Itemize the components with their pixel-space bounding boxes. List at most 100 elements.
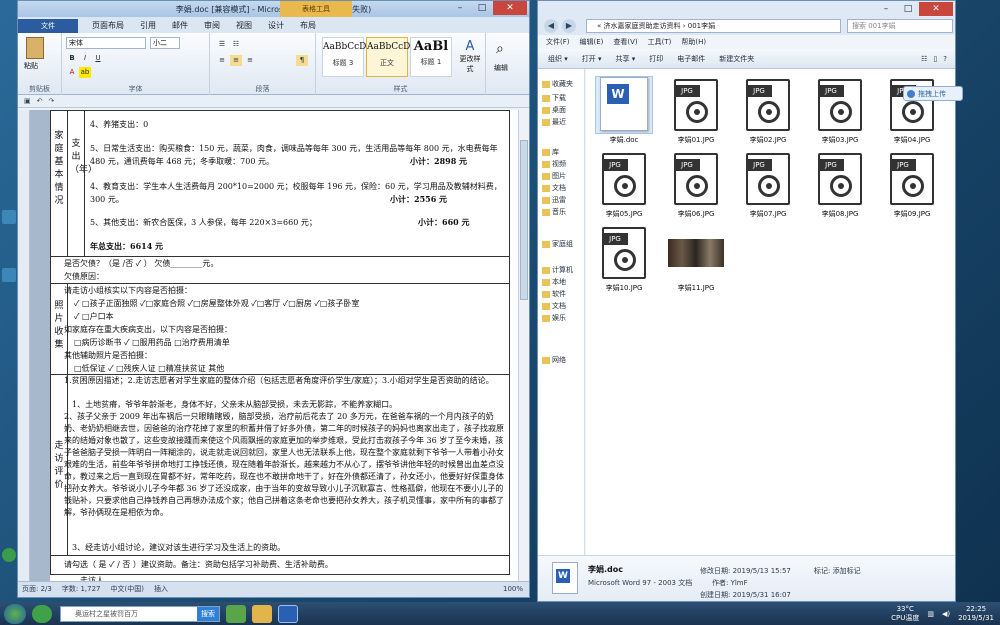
minimize-icon[interactable]: – [449, 1, 471, 15]
editing-group[interactable]: ⌕ 编辑 [486, 33, 526, 95]
tab-design[interactable]: 设计 [260, 19, 292, 33]
nav-item[interactable]: 软件 [542, 289, 566, 299]
show-marks-icon[interactable]: ¶ [296, 55, 308, 66]
menu-file[interactable]: 文件(F) [546, 35, 570, 49]
file-item[interactable]: JPG 李娟07.JPG [738, 151, 798, 219]
maximize-icon[interactable]: □ [471, 1, 493, 15]
nav-item[interactable]: 本地 [542, 277, 566, 287]
help-icon[interactable]: ? [943, 49, 947, 68]
start-button[interactable] [4, 603, 26, 624]
insert-mode[interactable]: 插入 [154, 582, 168, 597]
font-color-icon[interactable]: A [66, 67, 78, 78]
file-item[interactable]: JPG 李娟03.JPG [810, 77, 870, 145]
paste-label[interactable]: 粘贴 [24, 61, 38, 71]
share-button[interactable]: 共享 ▾ [616, 49, 636, 68]
open-button[interactable]: 打开 ▾ [582, 49, 602, 68]
nav-item[interactable]: 音乐 [542, 207, 566, 217]
taskbar-search[interactable]: 奥运村之星被罚百万 搜索 [60, 605, 220, 622]
desktop-icon[interactable] [2, 268, 16, 282]
temperature-widget[interactable]: 33°C CPU温度 [891, 605, 919, 623]
style-heading3[interactable]: AaBbCcDc 标题 3 [322, 37, 371, 77]
bullets-icon[interactable]: ☰ [216, 39, 228, 50]
underline-icon[interactable]: U [92, 53, 104, 64]
menu-edit[interactable]: 编辑(E) [580, 35, 604, 49]
numbering-icon[interactable]: ☷ [230, 39, 242, 50]
menu-help[interactable]: 帮助(H) [681, 35, 706, 49]
media-player-icon[interactable] [226, 604, 246, 623]
scroll-thumb[interactable] [520, 140, 528, 300]
tab-mailings[interactable]: 邮件 [164, 19, 196, 33]
forward-icon[interactable]: ▶ [562, 19, 576, 33]
nav-item[interactable]: 视频 [542, 159, 566, 169]
detail-tags[interactable]: 标记: 添加标记 [814, 566, 861, 576]
nav-item[interactable]: 文档 [542, 301, 566, 311]
undo-icon[interactable]: ↶ [37, 97, 43, 105]
minimize-icon[interactable]: – [875, 2, 897, 16]
vertical-scrollbar[interactable] [518, 110, 529, 583]
highlight-icon[interactable]: ab [79, 67, 91, 78]
tab-references[interactable]: 引用 [132, 19, 164, 33]
page-count[interactable]: 页面: 2/3 [22, 582, 52, 597]
address-bar[interactable]: « 济水嘉家庭资助走访资料 › 001李娟 [586, 19, 841, 33]
align-right-icon[interactable]: ≡ [244, 55, 256, 66]
nav-item[interactable]: 网络 [542, 355, 566, 365]
close-icon[interactable]: ✕ [919, 2, 953, 16]
view-options-icon[interactable]: ☷ [921, 49, 927, 68]
italic-icon[interactable]: I [79, 53, 91, 64]
file-item[interactable]: JPG 李娟01.JPG [666, 77, 726, 145]
desktop-icon[interactable] [2, 548, 16, 562]
desktop-icon[interactable] [2, 210, 16, 224]
network-icon[interactable]: ▥ [927, 610, 934, 618]
app-360-icon[interactable] [32, 604, 52, 623]
drag-upload-button[interactable]: 拖拽上传 [903, 86, 963, 101]
align-left-icon[interactable]: ≡ [216, 55, 228, 66]
taskbar-search-button[interactable]: 搜索 [197, 606, 219, 621]
nav-item[interactable]: 收藏夹 [542, 79, 573, 89]
file-item[interactable]: JPG 李娟09.JPG [882, 151, 942, 219]
nav-item[interactable]: 库 [542, 147, 559, 157]
paste-icon[interactable] [26, 37, 44, 59]
nav-item[interactable]: 图片 [542, 171, 566, 181]
nav-item[interactable]: 下载 [542, 93, 566, 103]
tab-review[interactable]: 审阅 [196, 19, 228, 33]
file-item[interactable]: JPG 李娟08.JPG [810, 151, 870, 219]
tab-layout[interactable]: 布局 [292, 19, 324, 33]
folder-taskbar-icon[interactable] [252, 604, 272, 623]
nav-item[interactable]: 计算机 [542, 265, 573, 275]
file-item[interactable]: W 李娟.doc [594, 76, 654, 145]
volume-icon[interactable]: ◀) [942, 610, 950, 618]
file-item[interactable]: JPG 李娟05.JPG [594, 151, 654, 219]
word-count[interactable]: 字数: 1,727 [62, 582, 101, 597]
nav-item[interactable]: 桌面 [542, 105, 566, 115]
document-page[interactable]: 家庭基本情况 支出（年） 4、养猪支出：0 5、日常生活支出：购买粮食：150 … [50, 110, 518, 583]
font-name-combo[interactable]: 宋体 [66, 37, 146, 49]
menu-tools[interactable]: 工具(T) [648, 35, 672, 49]
maximize-icon[interactable]: □ [897, 2, 919, 16]
file-item[interactable]: JPG 李娟10.JPG [594, 225, 654, 293]
nav-item[interactable]: 文档 [542, 183, 566, 193]
nav-item[interactable]: 最近 [542, 117, 566, 127]
file-item[interactable]: 李娟11.JPG [666, 225, 726, 293]
tab-page-layout[interactable]: 页面布局 [84, 19, 132, 33]
tab-file[interactable]: 文件 [18, 19, 78, 33]
language[interactable]: 中文(中国) [110, 582, 143, 597]
print-button[interactable]: 打印 [649, 49, 663, 68]
file-item[interactable]: JPG 李娟02.JPG [738, 77, 798, 145]
search-input[interactable]: 搜索 001李娟 [847, 19, 953, 33]
organize-button[interactable]: 组织 ▾ [548, 49, 568, 68]
redo-icon[interactable]: ↷ [49, 97, 55, 105]
back-icon[interactable]: ◀ [544, 19, 558, 33]
menu-view[interactable]: 查看(V) [613, 35, 637, 49]
bold-icon[interactable]: B [66, 53, 78, 64]
word-taskbar-icon[interactable] [278, 604, 298, 623]
save-icon[interactable]: ▣ [24, 97, 31, 105]
nav-item[interactable]: 迅雷 [542, 195, 566, 205]
tab-view[interactable]: 视图 [228, 19, 260, 33]
nav-item[interactable]: 家庭组 [542, 239, 573, 249]
email-button[interactable]: 电子邮件 [677, 49, 705, 68]
preview-pane-icon[interactable]: ▯ [933, 49, 937, 68]
style-heading1[interactable]: AaBl 标题 1 [410, 37, 452, 77]
zoom-level[interactable]: 100% [503, 582, 529, 597]
font-size-combo[interactable]: 小二 [150, 37, 180, 49]
close-icon[interactable]: ✕ [493, 1, 527, 15]
